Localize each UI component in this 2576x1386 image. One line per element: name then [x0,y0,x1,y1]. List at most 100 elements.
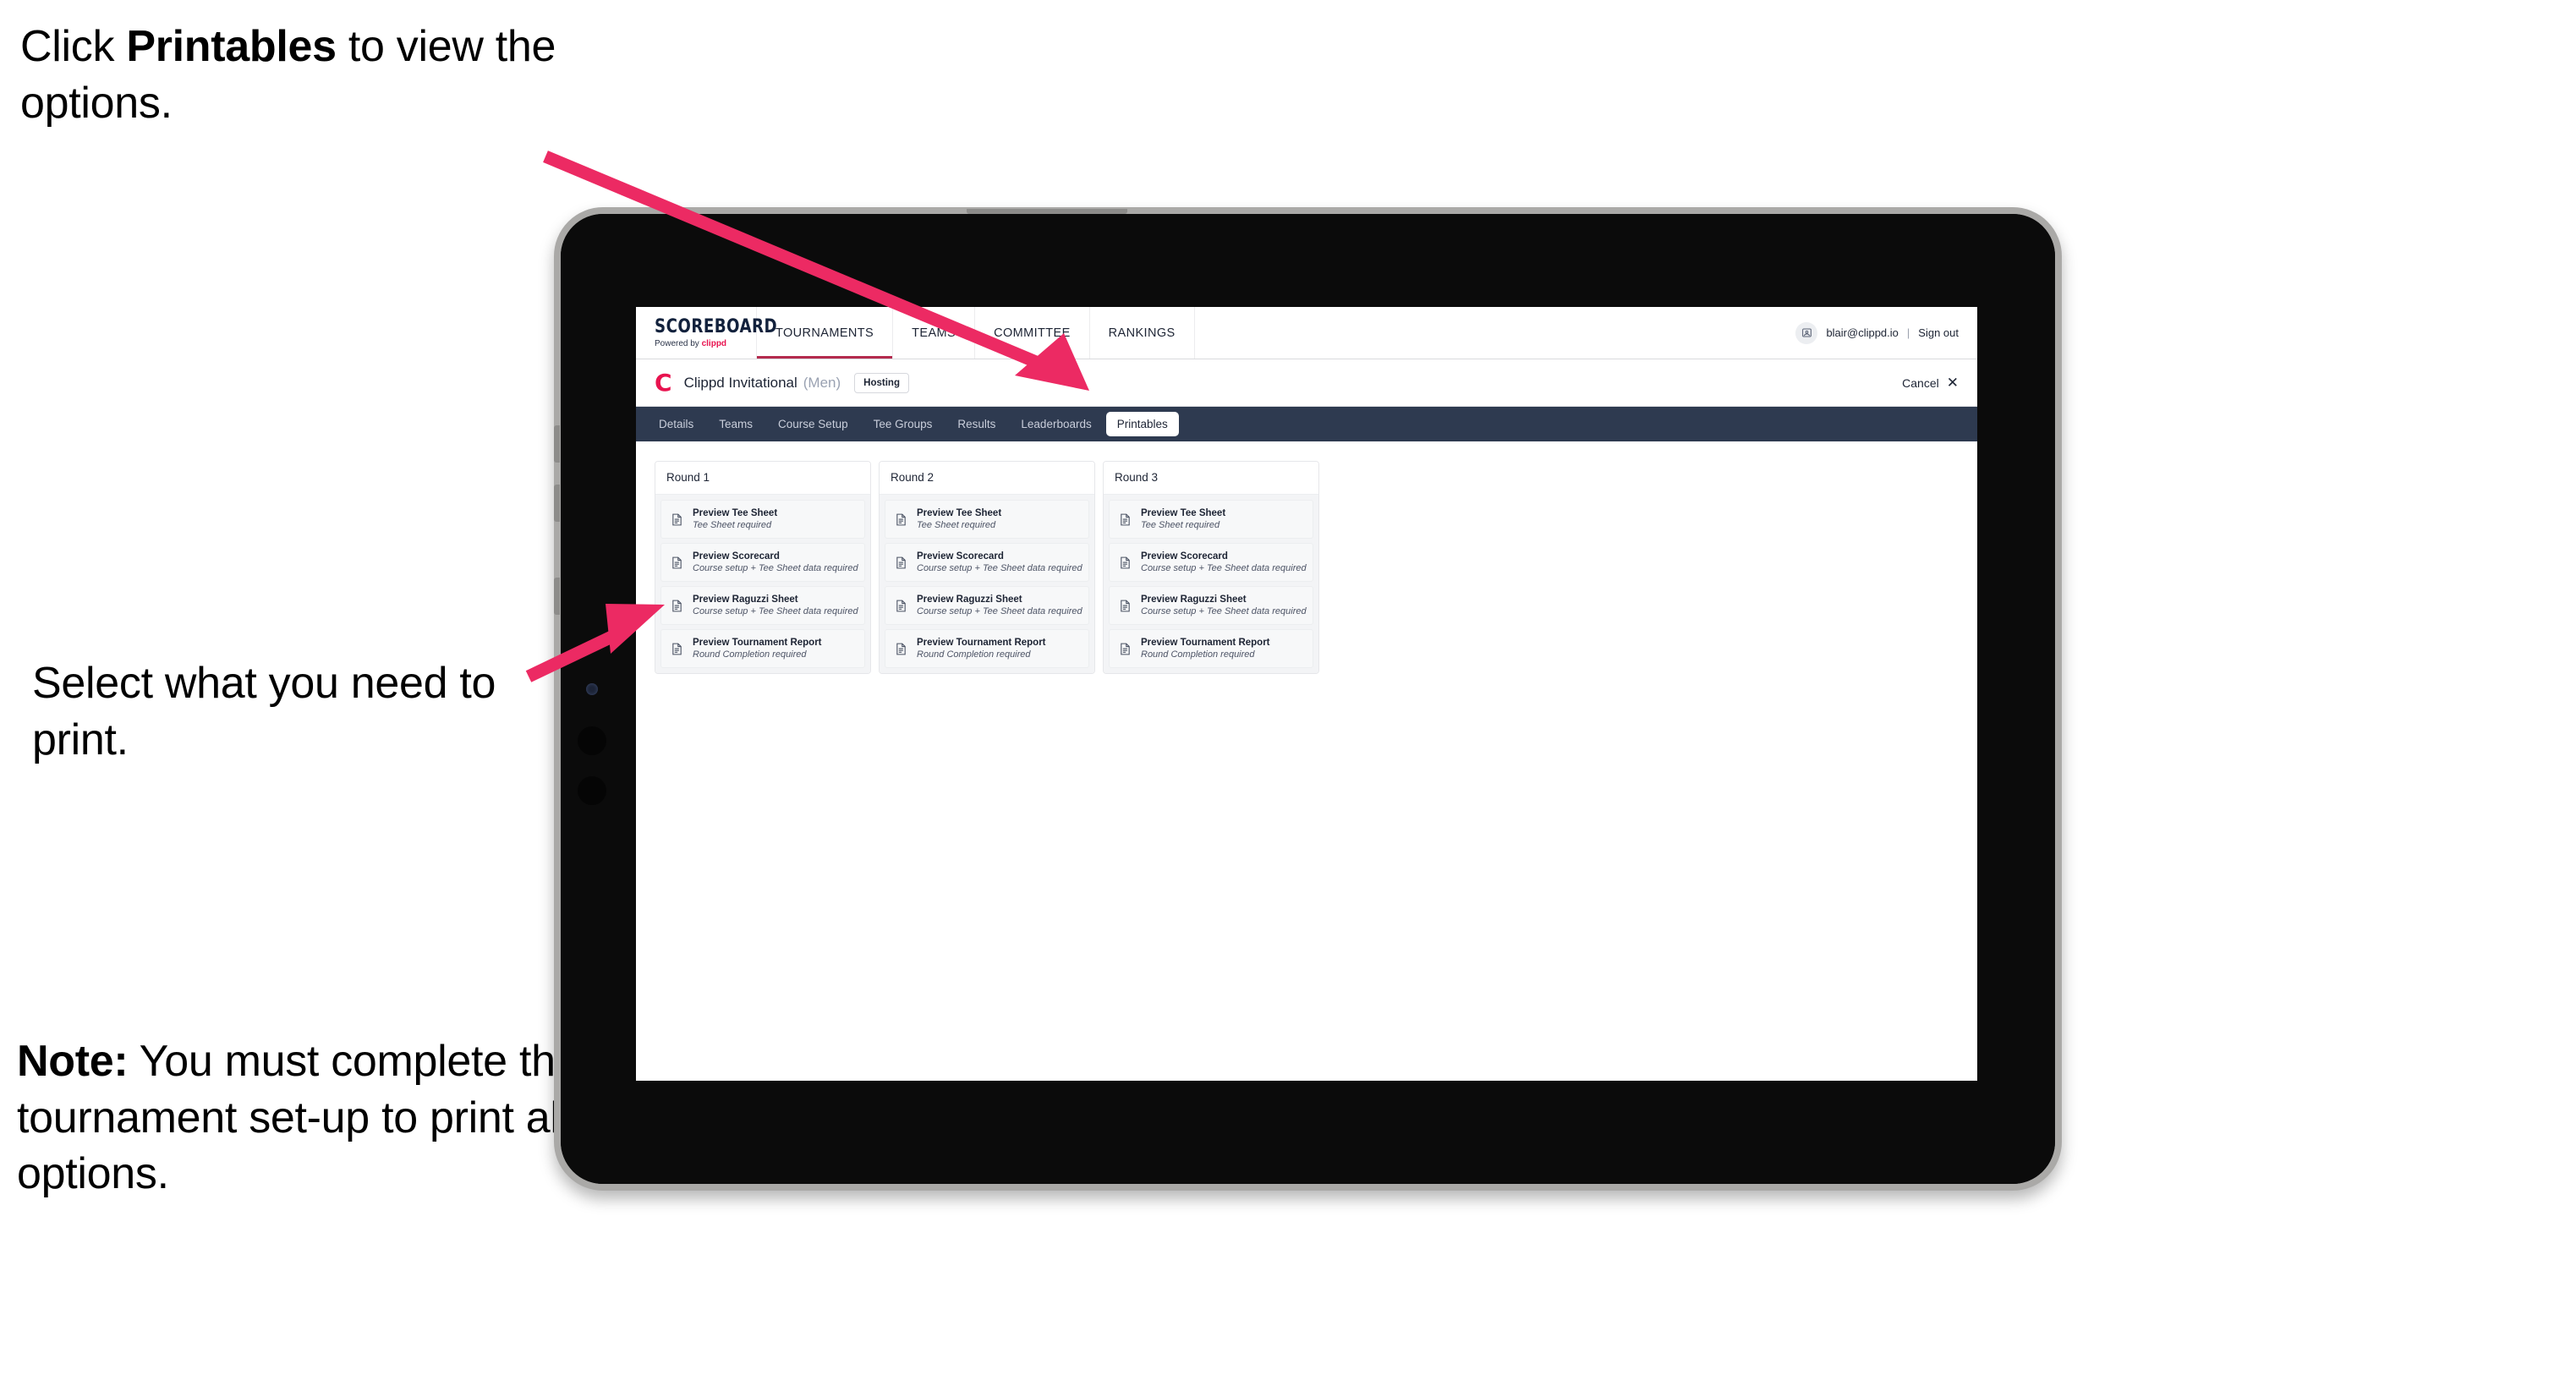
printables-content: Round 1 Preview Tee Sheet Tee Sheet requ… [636,441,1977,693]
document-icon [670,599,684,613]
document-icon [670,642,684,656]
user-avatar-icon[interactable] [1795,321,1818,344]
printable-title: Preview Raguzzi Sheet [917,594,1022,605]
annotation-3-bold: Note: [17,1037,129,1086]
printable-item[interactable]: Preview Raguzzi Sheet Course setup + Tee… [660,586,865,625]
close-icon: ✕ [1946,375,1959,391]
brand-tagline-clippd: clippd [701,338,727,348]
tablet-side-button-mid[interactable] [554,485,560,522]
round-card: Round 3 Preview Tee Sheet Tee Sheet requ… [1103,461,1319,674]
top-navigation-bar: SCOREBOARD Powered by clippd TOURNAMENTS… [636,307,1977,359]
printable-subtitle: Course setup + Tee Sheet data required [917,606,1082,616]
nav-link-committee[interactable]: COMMITTEE [975,307,1090,359]
cancel-button[interactable]: Cancel ✕ [1902,375,1959,390]
printable-subtitle: Course setup + Tee Sheet data required [693,606,858,616]
printable-item[interactable]: Preview Tee Sheet Tee Sheet required [660,500,865,539]
brand-logo[interactable]: SCOREBOARD Powered by clippd [636,307,778,359]
nav-link-teams[interactable]: TEAMS [893,307,976,359]
tab-course-setup[interactable]: Course Setup [767,412,859,436]
printable-item[interactable]: Preview Tee Sheet Tee Sheet required [885,500,1089,539]
printable-title: Preview Raguzzi Sheet [1141,594,1247,605]
printable-title: Preview Scorecard [693,551,780,562]
round-items: Preview Tee Sheet Tee Sheet required Pre… [880,495,1094,673]
document-icon [1118,556,1132,570]
document-icon [1118,642,1132,656]
document-icon [894,556,908,570]
printable-item[interactable]: Preview Scorecard Course setup + Tee She… [660,543,865,582]
annotation-click-printables: Click Printables to view the options. [20,19,578,131]
document-icon [894,642,908,656]
tablet-bezel-button-1[interactable] [578,726,606,755]
annotation-1-bold: Printables [126,22,337,71]
tab-printables[interactable]: Printables [1105,412,1179,436]
printable-item[interactable]: Preview Raguzzi Sheet Course setup + Tee… [885,586,1089,625]
tablet-bezel-button-2[interactable] [578,776,606,805]
printable-subtitle: Course setup + Tee Sheet data required [1141,606,1307,616]
printable-subtitle: Tee Sheet required [917,520,996,530]
tab-leaderboards[interactable]: Leaderboards [1010,412,1102,436]
printable-item[interactable]: Preview Scorecard Course setup + Tee She… [1109,543,1313,582]
document-icon [894,599,908,613]
printable-subtitle: Course setup + Tee Sheet data required [917,563,1082,573]
sign-out-link[interactable]: Sign out [1918,326,1959,339]
printable-texts: Preview Tee Sheet Tee Sheet required [917,508,1001,530]
document-icon [670,512,684,527]
printable-item[interactable]: Preview Tournament Report Round Completi… [660,629,865,668]
tournament-header-bar: C Clippd Invitational (Men) Hosting Canc… [636,359,1977,407]
printable-texts: Preview Scorecard Course setup + Tee She… [1141,551,1307,573]
printable-texts: Preview Raguzzi Sheet Course setup + Tee… [1141,594,1307,616]
printable-texts: Preview Tee Sheet Tee Sheet required [1141,508,1225,530]
annotation-2-text: Select what you need to print. [32,659,496,764]
tab-details[interactable]: Details [648,412,704,436]
tournament-gender: (Men) [803,374,841,391]
tab-tee-groups[interactable]: Tee Groups [863,412,944,436]
round-items: Preview Tee Sheet Tee Sheet required Pre… [1104,495,1318,673]
app-screen: SCOREBOARD Powered by clippd TOURNAMENTS… [636,307,1977,1081]
round-card: Round 2 Preview Tee Sheet Tee Sheet requ… [879,461,1095,674]
tab-results[interactable]: Results [946,412,1006,436]
printable-subtitle: Round Completion required [917,649,1031,660]
printable-item[interactable]: Preview Scorecard Course setup + Tee She… [885,543,1089,582]
printable-texts: Preview Raguzzi Sheet Course setup + Tee… [693,594,858,616]
printable-texts: Preview Scorecard Course setup + Tee She… [693,551,858,573]
tablet-camera-icon [586,683,598,695]
user-email: blair@clippd.io [1826,326,1899,339]
printable-title: Preview Tee Sheet [1141,508,1226,518]
printable-texts: Preview Tournament Report Round Completi… [1141,638,1270,660]
round-title: Round 2 [880,462,1094,495]
tablet-side-button-low[interactable] [554,578,560,615]
printable-title: Preview Tournament Report [917,638,1046,648]
printable-title: Preview Raguzzi Sheet [693,594,798,605]
document-icon [894,512,908,527]
annotation-select-to-print: Select what you need to print. [32,655,556,768]
printable-item[interactable]: Preview Raguzzi Sheet Course setup + Tee… [1109,586,1313,625]
nav-link-rankings[interactable]: RANKINGS [1090,307,1195,359]
document-icon [670,556,684,570]
brand-title: SCOREBOARD [655,315,778,337]
printable-subtitle: Tee Sheet required [693,520,772,530]
document-icon [1118,512,1132,527]
tournament-name: Clippd Invitational [683,374,797,391]
printable-title: Preview Tournament Report [1141,638,1270,648]
nav-link-tournaments[interactable]: TOURNAMENTS [757,307,894,359]
printable-title: Preview Tee Sheet [693,508,778,518]
round-items: Preview Tee Sheet Tee Sheet required Pre… [655,495,870,673]
printable-texts: Preview Tournament Report Round Completi… [693,638,822,660]
account-separator: | [1906,326,1910,339]
printable-item[interactable]: Preview Tee Sheet Tee Sheet required [1109,500,1313,539]
printable-item[interactable]: Preview Tournament Report Round Completi… [885,629,1089,668]
printable-item[interactable]: Preview Tournament Report Round Completi… [1109,629,1313,668]
clippd-c-logo-icon: C [655,368,672,397]
printable-title: Preview Scorecard [1141,551,1228,562]
printable-subtitle: Course setup + Tee Sheet data required [693,563,858,573]
status-badge: Hosting [854,372,909,393]
round-title: Round 3 [1104,462,1318,495]
nav-links: TOURNAMENTS TEAMS COMMITTEE RANKINGS [756,307,1195,359]
tab-teams[interactable]: Teams [708,412,764,436]
cancel-label: Cancel [1902,375,1939,390]
document-icon [1118,599,1132,613]
printable-subtitle: Round Completion required [693,649,807,660]
tablet-side-button-top[interactable] [554,425,560,463]
round-card: Round 1 Preview Tee Sheet Tee Sheet requ… [655,461,871,674]
printable-title: Preview Tee Sheet [917,508,1002,518]
